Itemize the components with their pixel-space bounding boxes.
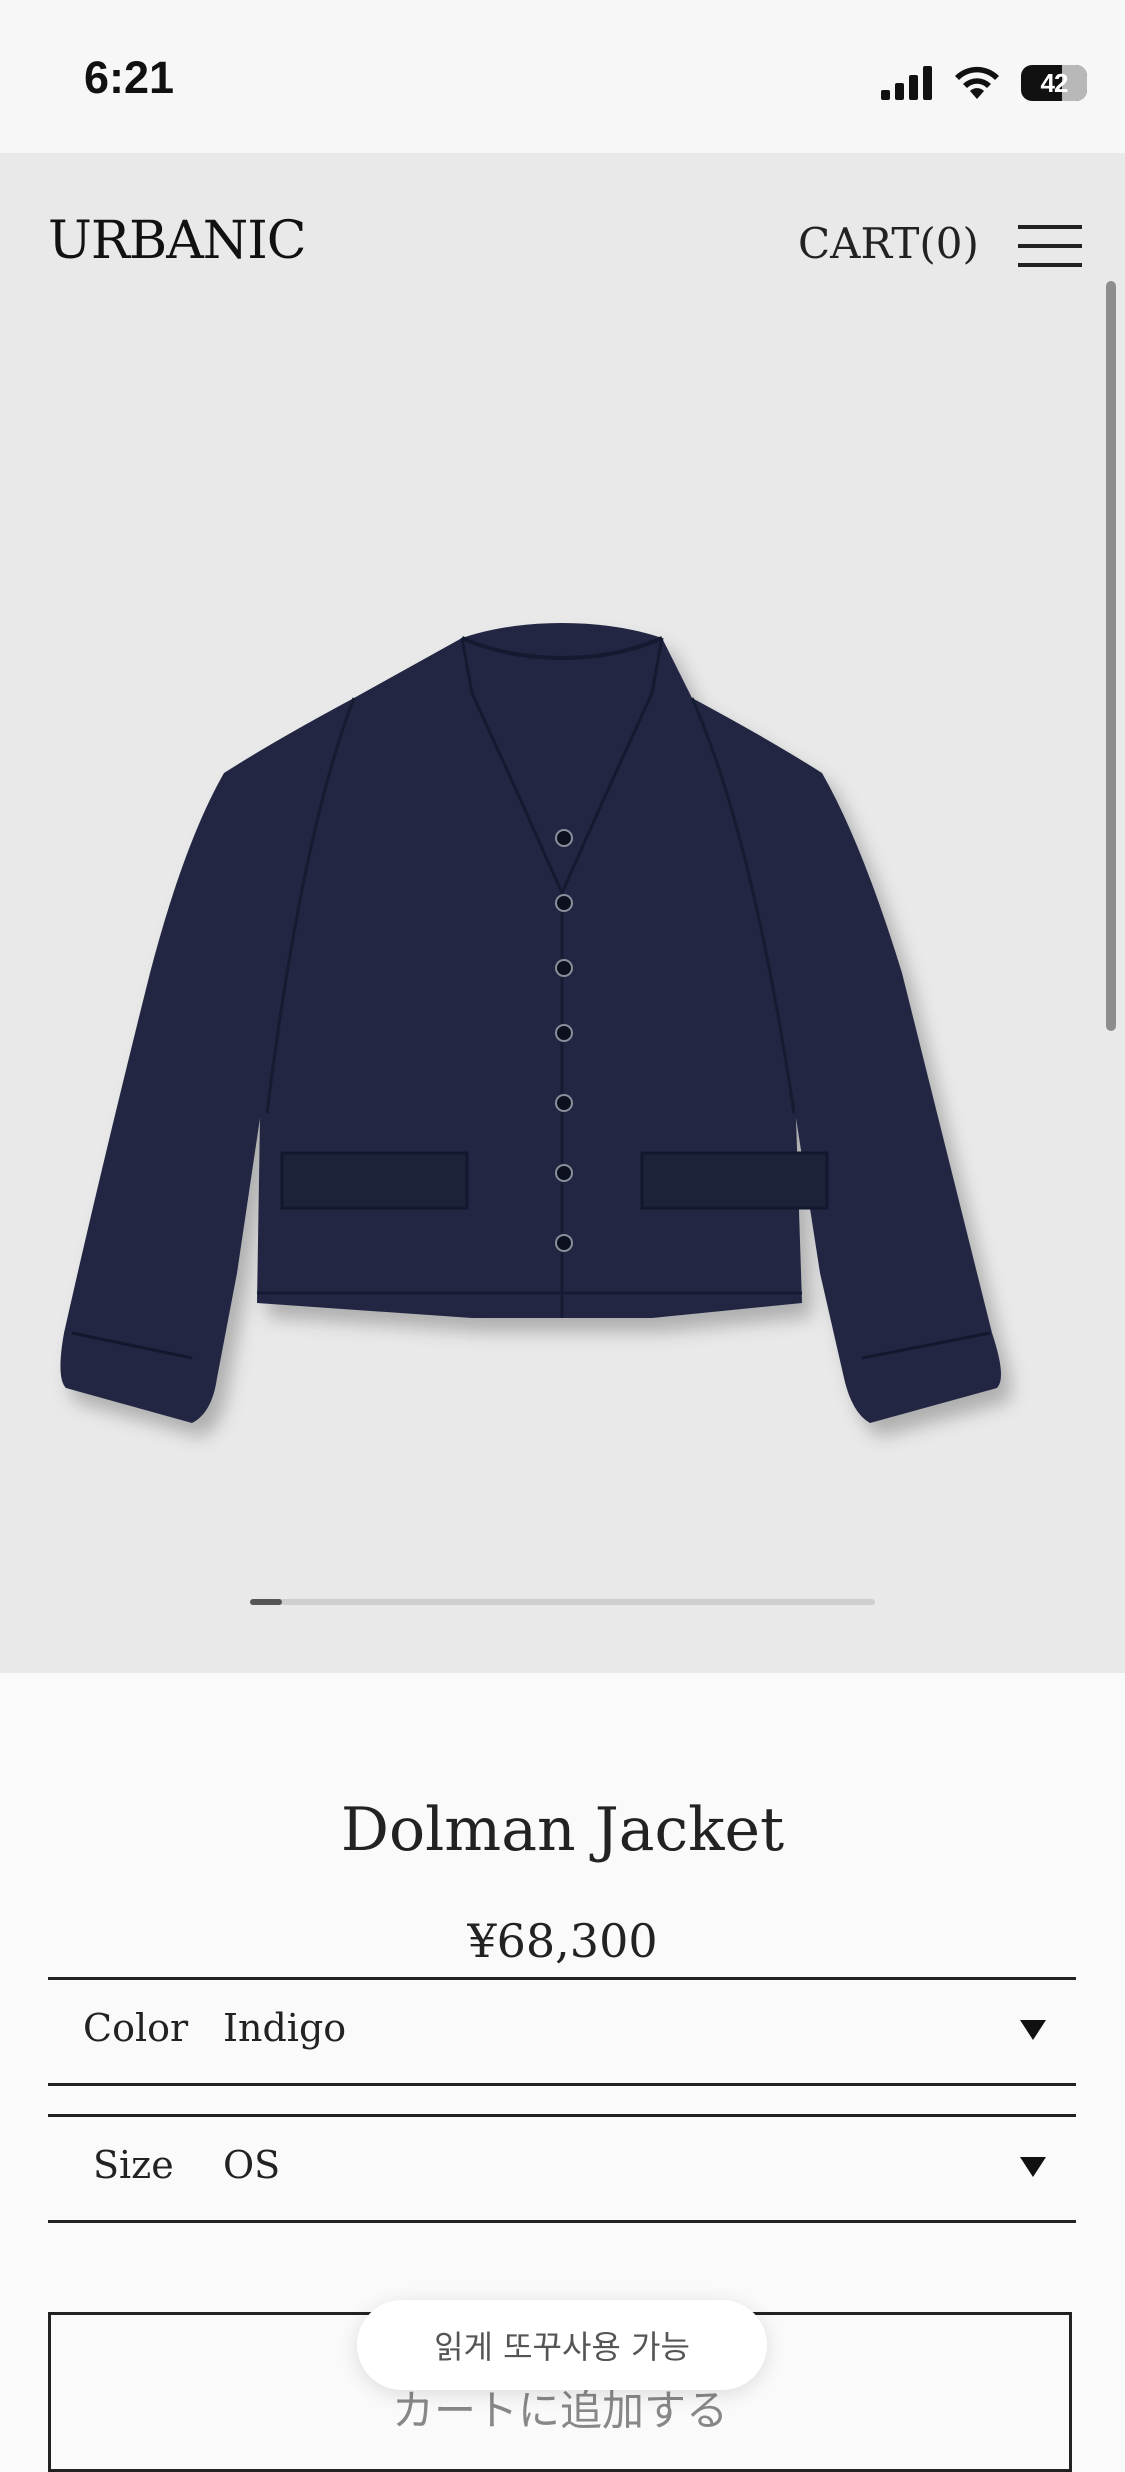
scrollbar[interactable] <box>1106 281 1116 1031</box>
product-title: Dolman Jacket <box>340 1795 785 1865</box>
carousel-progress[interactable] <box>250 1599 875 1605</box>
product-image[interactable] <box>52 473 1072 1593</box>
battery-icon: 42 <box>1021 65 1087 101</box>
color-select[interactable]: Color Indigo <box>48 1977 1076 2086</box>
color-value: Indigo <box>223 2006 347 2050</box>
hamburger-menu-icon[interactable] <box>1018 225 1082 269</box>
status-bar: 6:21 42 <box>0 0 1125 153</box>
status-icons: 42 <box>881 58 1087 108</box>
denim-jacket-illustration <box>60 623 1001 1423</box>
size-select[interactable]: Size OS <box>48 2114 1076 2223</box>
status-time: 6:21 <box>84 52 175 103</box>
toast-notification[interactable]: 읽게 또꾸사용 가능 <box>357 2300 767 2390</box>
caret-down-icon <box>1020 2157 1046 2177</box>
caret-down-icon <box>1020 2020 1046 2040</box>
cart-link[interactable]: CART(0) <box>798 219 979 268</box>
cellular-signal-icon <box>881 66 932 100</box>
carousel-indicator <box>250 1599 282 1605</box>
wifi-icon <box>955 66 999 99</box>
size-label: Size <box>93 2143 174 2187</box>
product-price: ¥68,300 <box>467 1914 658 1968</box>
battery-level: 42 <box>1040 67 1069 98</box>
product-gallery[interactable]: URBANIC CART(0) <box>0 153 1125 1673</box>
size-value: OS <box>223 2143 281 2187</box>
color-label: Color <box>83 2006 189 2050</box>
brand-logo[interactable]: URBANIC <box>48 211 307 271</box>
